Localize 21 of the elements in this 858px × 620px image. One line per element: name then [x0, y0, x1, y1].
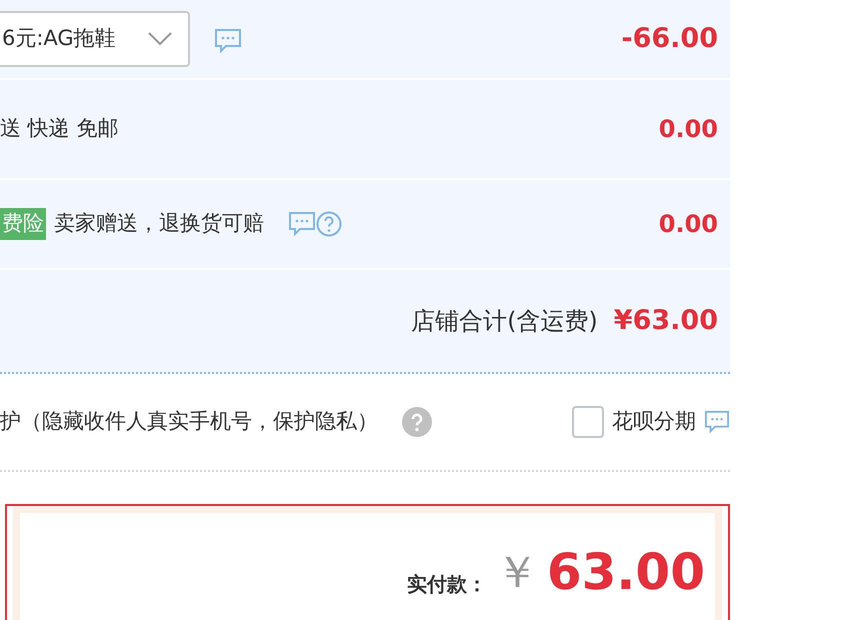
- shipping-amount: 0.00: [658, 114, 719, 145]
- chat-icon[interactable]: [288, 211, 316, 237]
- help-icon[interactable]: [402, 407, 432, 437]
- installment-label: 花呗分期: [612, 408, 696, 436]
- payment-label: 实付款：: [406, 570, 487, 598]
- chat-icon[interactable]: [704, 410, 730, 434]
- chat-icon[interactable]: [214, 28, 242, 54]
- coupon-select[interactable]: 6元:AG拖鞋: [0, 11, 190, 67]
- insurance-amount: 0.00: [658, 209, 719, 240]
- insurance-text: 卖家赠送，退换货可赔: [54, 210, 264, 238]
- installment-checkbox[interactable]: [572, 406, 604, 438]
- delivery-text: 送 快递 免邮: [0, 115, 118, 142]
- currency-symbol: ￥: [494, 546, 539, 600]
- chevron-down-icon: [148, 32, 172, 46]
- help-icon[interactable]: [316, 211, 342, 237]
- payment-amount: 63.00: [546, 542, 705, 603]
- privacy-text: 护（隐藏收件人真实手机号，保护隐私）: [0, 408, 378, 436]
- shop-total-amount: ¥63.00: [614, 304, 719, 338]
- discount-amount: -66.00: [621, 22, 719, 56]
- insurance-tag: 费险: [0, 208, 46, 240]
- shop-total-label: 店铺合计(含运费): [411, 306, 598, 337]
